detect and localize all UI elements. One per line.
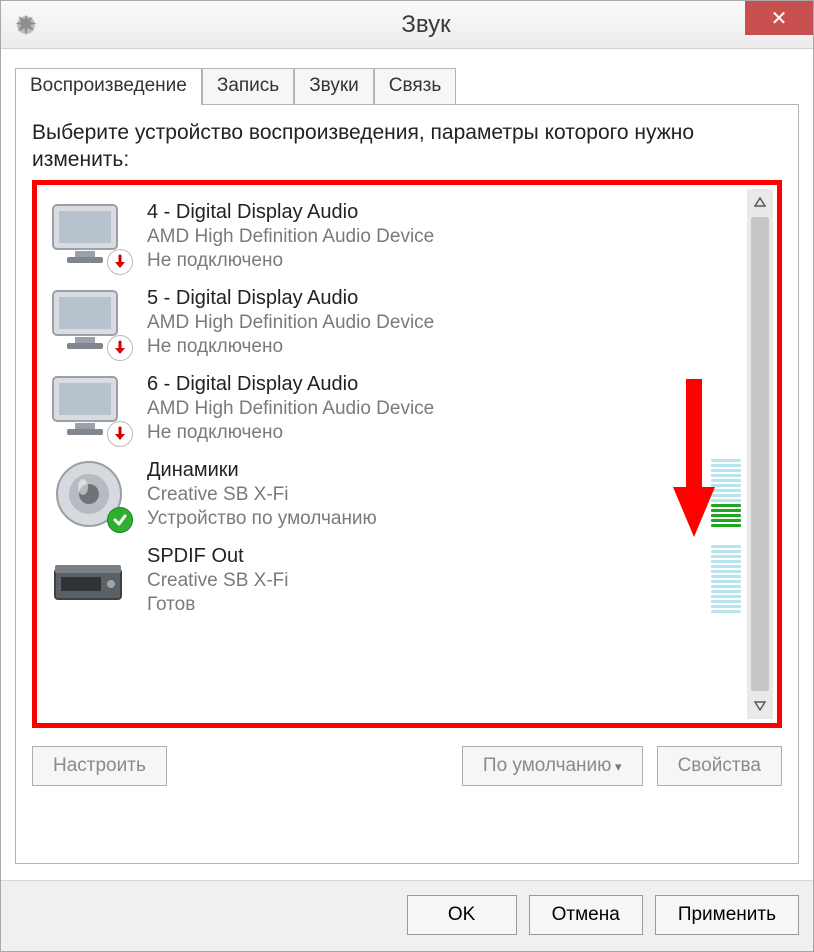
- cancel-button[interactable]: Отмена: [529, 895, 643, 935]
- device-status: Устройство по умолчанию: [147, 508, 693, 530]
- default-badge-icon: [107, 507, 133, 533]
- device-name: SPDIF Out: [147, 545, 693, 568]
- device-row[interactable]: SPDIF OutCreative SB X-FiГотов: [49, 537, 747, 623]
- device-name: 6 - Digital Display Audio: [147, 373, 693, 396]
- device-status: Готов: [147, 594, 693, 616]
- tab-2[interactable]: Звуки: [294, 68, 374, 105]
- device-status: Не подключено: [147, 422, 693, 444]
- device-text: ДинамикиCreative SB X-FiУстройство по ум…: [147, 457, 693, 530]
- device-row[interactable]: 6 - Digital Display AudioAMD High Defini…: [49, 365, 747, 451]
- device-text: SPDIF OutCreative SB X-FiГотов: [147, 543, 693, 616]
- window-title: Звук: [39, 11, 813, 39]
- sound-dialog: Звук ✕ ВоспроизведениеЗаписьЗвукиСвязь В…: [0, 0, 814, 952]
- level-meter: [711, 285, 741, 357]
- device-text: 5 - Digital Display AudioAMD High Defini…: [147, 285, 693, 358]
- client-area: ВоспроизведениеЗаписьЗвукиСвязь Выберите…: [1, 49, 813, 880]
- scrollbar[interactable]: [747, 189, 773, 719]
- device-description: AMD High Definition Audio Device: [147, 312, 693, 334]
- monitor-icon: [49, 371, 129, 445]
- annotation-arrow-icon: [671, 379, 717, 539]
- scroll-thumb[interactable]: [751, 217, 769, 691]
- tab-1[interactable]: Запись: [202, 68, 294, 105]
- device-description: Creative SB X-Fi: [147, 570, 693, 592]
- tab-page-playback: Выберите устройство воспроизведения, пар…: [15, 104, 799, 864]
- monitor-icon: [49, 199, 129, 273]
- disconnected-badge-icon: [107, 335, 133, 361]
- properties-button[interactable]: Свойства: [657, 746, 782, 786]
- device-name: Динамики: [147, 459, 693, 482]
- device-row[interactable]: 5 - Digital Display AudioAMD High Defini…: [49, 279, 747, 365]
- device-name: 4 - Digital Display Audio: [147, 201, 693, 224]
- speaker-icon: [49, 457, 129, 531]
- level-meter: [711, 543, 741, 615]
- ok-button[interactable]: OK: [407, 895, 517, 935]
- device-row[interactable]: 4 - Digital Display AudioAMD High Defini…: [49, 193, 747, 279]
- device-status: Не подключено: [147, 250, 693, 272]
- titlebar: Звук ✕: [1, 1, 813, 49]
- device-items: 4 - Digital Display AudioAMD High Defini…: [41, 189, 747, 719]
- level-meter: [711, 199, 741, 271]
- configure-button[interactable]: Настроить: [32, 746, 167, 786]
- device-name: 5 - Digital Display Audio: [147, 287, 693, 310]
- set-default-button[interactable]: По умолчанию: [462, 746, 643, 786]
- device-status: Не подключено: [147, 336, 693, 358]
- disconnected-badge-icon: [107, 249, 133, 275]
- scroll-down-button[interactable]: [747, 693, 773, 719]
- device-button-row: Настроить По умолчанию Свойства: [32, 746, 782, 786]
- instruction-text: Выберите устройство воспроизведения, пар…: [32, 119, 782, 174]
- scroll-up-button[interactable]: [747, 189, 773, 215]
- device-listbox[interactable]: 4 - Digital Display AudioAMD High Defini…: [41, 189, 773, 719]
- device-text: 6 - Digital Display AudioAMD High Defini…: [147, 371, 693, 444]
- disconnected-badge-icon: [107, 421, 133, 447]
- device-description: AMD High Definition Audio Device: [147, 226, 693, 248]
- device-row[interactable]: ДинамикиCreative SB X-FiУстройство по ум…: [49, 451, 747, 537]
- tab-0[interactable]: Воспроизведение: [15, 68, 202, 105]
- app-icon: [13, 12, 39, 38]
- device-description: Creative SB X-Fi: [147, 484, 693, 506]
- spdif-icon: [49, 543, 129, 617]
- close-button[interactable]: ✕: [745, 1, 813, 35]
- monitor-icon: [49, 285, 129, 359]
- apply-button[interactable]: Применить: [655, 895, 799, 935]
- device-description: AMD High Definition Audio Device: [147, 398, 693, 420]
- device-list-highlight: 4 - Digital Display AudioAMD High Defini…: [32, 180, 782, 728]
- device-text: 4 - Digital Display AudioAMD High Defini…: [147, 199, 693, 272]
- close-icon: ✕: [771, 6, 788, 31]
- tab-3[interactable]: Связь: [374, 68, 457, 105]
- tab-strip: ВоспроизведениеЗаписьЗвукиСвязь: [15, 67, 799, 104]
